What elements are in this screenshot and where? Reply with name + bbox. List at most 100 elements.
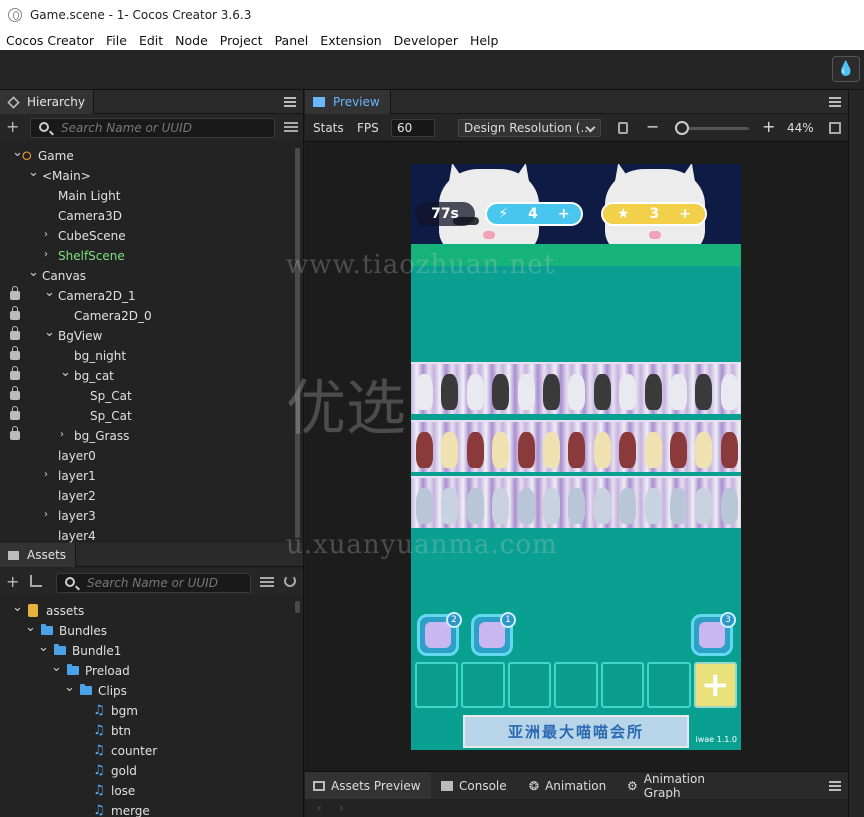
- cat-tile[interactable]: [692, 426, 713, 470]
- add-node-icon[interactable]: +: [6, 119, 19, 135]
- preview-menu-icon[interactable]: [829, 97, 841, 107]
- fit-screen-icon[interactable]: [829, 122, 841, 134]
- menu-edit[interactable]: Edit: [133, 33, 169, 48]
- assets-scrollbar[interactable]: [295, 601, 300, 613]
- assets-search-input[interactable]: Search Name or UUID: [56, 573, 251, 593]
- hierarchy-node[interactable]: Camera3D: [0, 206, 296, 226]
- chevron-down-icon[interactable]: ⌄: [12, 601, 23, 615]
- chevron-down-icon[interactable]: ⌄: [25, 620, 36, 635]
- lock-icon[interactable]: [10, 426, 20, 440]
- cat-tile[interactable]: [464, 426, 485, 470]
- chevron-down-icon[interactable]: ⌄: [38, 640, 49, 655]
- cat-tile[interactable]: [642, 426, 663, 470]
- hierarchy-node[interactable]: ⌄ <Main>: [0, 165, 296, 186]
- cat-tile[interactable]: [438, 368, 459, 412]
- ad-banner[interactable]: 亚洲最大喵喵会所: [463, 715, 689, 748]
- undo-button[interactable]: 3: [691, 612, 736, 656]
- chevron-down-icon[interactable]: ⌄: [51, 660, 62, 675]
- hierarchy-node[interactable]: ⌄ Camera2D_1: [0, 285, 296, 306]
- hierarchy-node[interactable]: › CubeScene: [0, 226, 296, 246]
- lock-icon[interactable]: [10, 306, 20, 320]
- chevron-down-icon[interactable]: ⌄: [64, 680, 75, 695]
- hierarchy-node[interactable]: › layer3: [0, 506, 296, 526]
- back-arrow-icon[interactable]: ‹: [317, 801, 322, 815]
- menu-node[interactable]: Node: [169, 33, 214, 48]
- cat-tile[interactable]: [489, 426, 510, 470]
- hierarchy-node[interactable]: › bg_Grass: [0, 426, 296, 446]
- chevron-right-icon[interactable]: ›: [44, 229, 54, 241]
- chevron-down-icon[interactable]: ⌄: [12, 146, 23, 160]
- chevron-right-icon[interactable]: ›: [44, 249, 54, 261]
- hierarchy-node[interactable]: Camera2D_0: [0, 306, 296, 326]
- chevron-down-icon[interactable]: ⌄: [44, 285, 55, 300]
- add-star-icon[interactable]: +: [679, 206, 691, 222]
- cat-tile[interactable]: [438, 426, 459, 470]
- add-slot-button[interactable]: +: [693, 662, 737, 708]
- cat-tile[interactable]: [464, 368, 485, 412]
- cat-tile[interactable]: [667, 368, 688, 412]
- forward-arrow-icon[interactable]: ›: [339, 801, 344, 815]
- asset-item[interactable]: ⌄ assets: [0, 601, 296, 621]
- tab-preview[interactable]: Preview: [305, 90, 391, 114]
- freeze-button[interactable]: 1: [471, 612, 516, 656]
- hierarchy-scrollbar[interactable]: [295, 148, 300, 538]
- cat-tile[interactable]: [565, 368, 586, 412]
- chevron-right-icon[interactable]: ›: [44, 469, 54, 481]
- cat-tile[interactable]: [540, 426, 561, 470]
- hierarchy-node[interactable]: ⌄ BgView: [0, 325, 296, 346]
- cat-tile[interactable]: [692, 368, 713, 412]
- cat-tile[interactable]: [591, 482, 612, 526]
- menu-file[interactable]: File: [100, 33, 133, 48]
- tile-slot[interactable]: [647, 662, 691, 708]
- cat-tile[interactable]: [642, 482, 663, 526]
- hierarchy-node[interactable]: bg_night: [0, 346, 296, 366]
- hierarchy-menu-icon[interactable]: [284, 97, 296, 107]
- cat-tile[interactable]: [413, 426, 434, 470]
- chevron-down-icon[interactable]: ⌄: [44, 325, 55, 340]
- tab-assets-preview[interactable]: Assets Preview: [305, 772, 431, 800]
- tile-slot[interactable]: [600, 662, 645, 708]
- game-viewport[interactable]: 77s ⚡ 4 + ★ 3 + 2 1 3 + 亚洲最大喵喵会所 iwae 1.…: [411, 164, 741, 750]
- lock-icon[interactable]: [10, 386, 20, 400]
- lock-icon[interactable]: [10, 366, 20, 380]
- design-resolution-select[interactable]: Design Resolution (...: [458, 119, 601, 137]
- hierarchy-node[interactable]: › layer1: [0, 466, 296, 486]
- tab-assets[interactable]: Assets: [0, 543, 76, 567]
- hierarchy-node[interactable]: ⌄ bg_cat: [0, 365, 296, 386]
- hierarchy-list-icon[interactable]: [284, 122, 298, 132]
- asset-item[interactable]: ⌄ Clips: [0, 680, 296, 701]
- cat-tile[interactable]: [540, 482, 561, 526]
- cat-tile[interactable]: [718, 368, 739, 412]
- asset-item[interactable]: ♫ counter: [0, 741, 296, 761]
- asset-item[interactable]: ♫ gold: [0, 761, 296, 781]
- tile-slot[interactable]: [507, 662, 552, 708]
- hierarchy-node[interactable]: layer4: [0, 526, 296, 543]
- menu-panel[interactable]: Panel: [269, 33, 315, 48]
- stats-toggle[interactable]: Stats: [313, 121, 344, 135]
- add-asset-icon[interactable]: +: [6, 574, 19, 590]
- cat-tile[interactable]: [692, 482, 713, 526]
- cat-tile[interactable]: [616, 482, 637, 526]
- cat-tile[interactable]: [667, 482, 688, 526]
- tab-hierarchy[interactable]: Hierarchy: [0, 90, 94, 114]
- asset-item[interactable]: ⌄ Preload: [0, 660, 296, 681]
- refresh-icon[interactable]: [284, 575, 296, 587]
- asset-item[interactable]: ♫ lose: [0, 781, 296, 801]
- chevron-right-icon[interactable]: ›: [44, 509, 54, 521]
- asset-item[interactable]: ♫ bgm: [0, 701, 296, 721]
- fps-input[interactable]: 60: [391, 119, 435, 137]
- hierarchy-node[interactable]: ⌄ Canvas: [0, 265, 296, 286]
- hierarchy-node[interactable]: Sp_Cat: [0, 386, 296, 406]
- cat-tile[interactable]: [464, 482, 485, 526]
- cat-tile[interactable]: [565, 482, 586, 526]
- lock-icon[interactable]: [10, 326, 20, 340]
- chevron-down-icon[interactable]: ⌄: [28, 265, 39, 280]
- tab-animation-graph[interactable]: ⚙ Animation Graph: [619, 772, 743, 800]
- cat-tile[interactable]: [616, 426, 637, 470]
- cat-tile[interactable]: [515, 368, 536, 412]
- cat-tile[interactable]: [489, 368, 510, 412]
- menu-help[interactable]: Help: [464, 33, 505, 48]
- hierarchy-node[interactable]: Sp_Cat: [0, 406, 296, 426]
- cat-tile[interactable]: [642, 368, 663, 412]
- menu-cocos-creator[interactable]: Cocos Creator: [0, 33, 100, 48]
